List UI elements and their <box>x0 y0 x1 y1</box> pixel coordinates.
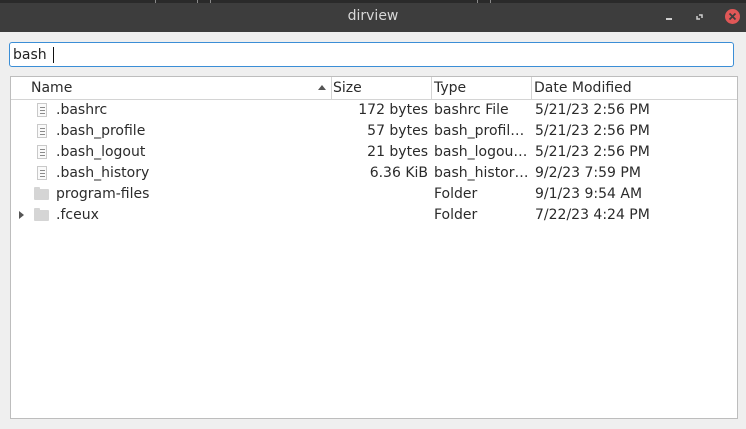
file-type: bashrc File <box>434 102 509 118</box>
sort-ascending-icon <box>318 85 326 90</box>
file-icon <box>37 145 47 159</box>
search-input[interactable] <box>13 45 728 64</box>
file-icon <box>37 124 47 138</box>
folder-type: Folder <box>434 207 478 223</box>
expand-arrow-icon[interactable] <box>19 211 24 219</box>
column-date-modified[interactable]: Date Modified <box>534 77 734 99</box>
folder-type: Folder <box>434 186 478 202</box>
folder-row[interactable]: .fceux Folder 7/22/23 4:24 PM <box>11 205 737 226</box>
file-icon <box>37 166 47 180</box>
folder-date: 7/22/23 4:24 PM <box>535 207 650 223</box>
file-name: .bashrc <box>56 102 108 118</box>
file-size: 21 bytes <box>367 144 428 160</box>
folder-size <box>333 184 428 205</box>
file-type: bash_profil… <box>434 123 525 139</box>
file-date: 5/21/23 2:56 PM <box>535 123 650 139</box>
file-row[interactable]: .bash_history 6.36 KiB bash_histor… 9/2/… <box>11 163 737 184</box>
folder-size <box>333 205 428 226</box>
file-name: .bash_history <box>56 165 150 181</box>
file-date: 9/2/23 7:59 PM <box>535 165 641 181</box>
file-date: 5/21/23 2:56 PM <box>535 144 650 160</box>
window-title: dirview <box>347 8 399 24</box>
column-name[interactable]: Name <box>31 77 331 99</box>
file-name: .bash_profile <box>56 123 146 139</box>
file-type: bash_histor… <box>434 165 529 181</box>
file-size: 172 bytes <box>358 102 428 118</box>
file-size: 57 bytes <box>367 123 428 139</box>
column-divider[interactable] <box>431 77 432 99</box>
title-bar[interactable]: dirview <box>0 0 746 32</box>
column-header: Name Size Type Date Modified <box>11 77 737 100</box>
maximize-icon[interactable] <box>692 10 706 24</box>
file-type: bash_logou… <box>434 144 528 160</box>
top-strip <box>0 0 746 3</box>
file-size: 6.36 KiB <box>369 165 428 181</box>
folder-row[interactable]: program-files Folder 9/1/23 9:54 AM <box>11 184 737 205</box>
minimize-icon[interactable] <box>662 10 676 24</box>
folder-icon <box>34 208 49 221</box>
file-name: .bash_logout <box>56 144 146 160</box>
folder-icon <box>34 187 49 200</box>
folder-date: 9/1/23 9:54 AM <box>535 186 643 202</box>
column-type[interactable]: Type <box>434 77 531 99</box>
search-field[interactable] <box>9 42 734 67</box>
file-row[interactable]: .bash_logout 21 bytes bash_logou… 5/21/2… <box>11 142 737 163</box>
file-icon <box>37 103 47 117</box>
column-size[interactable]: Size <box>333 77 431 99</box>
text-caret <box>53 47 54 63</box>
file-row[interactable]: .bash_profile 57 bytes bash_profil… 5/21… <box>11 121 737 142</box>
file-row[interactable]: .bashrc 172 bytes bashrc File 5/21/23 2:… <box>11 100 737 121</box>
folder-name: .fceux <box>56 207 99 223</box>
column-divider[interactable] <box>531 77 532 99</box>
close-icon[interactable] <box>725 9 740 24</box>
file-date: 5/21/23 2:56 PM <box>535 102 650 118</box>
folder-name: program-files <box>56 186 150 202</box>
file-list[interactable]: Name Size Type Date Modified .bashrc 172… <box>10 76 738 419</box>
column-divider[interactable] <box>331 77 332 99</box>
